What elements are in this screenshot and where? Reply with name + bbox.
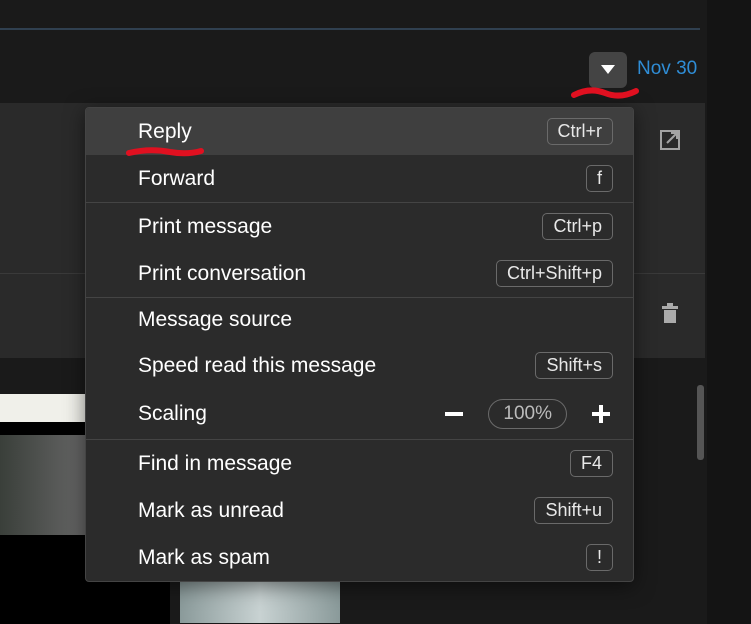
menu-item-shortcut: Shift+s [535, 352, 613, 379]
menu-item-spam[interactable]: Mark as spam! [86, 534, 633, 581]
scrollbar-thumb[interactable] [697, 385, 704, 460]
delete-message-button[interactable] [658, 302, 682, 326]
menu-item-label: Print conversation [138, 262, 306, 286]
menu-item-unread[interactable]: Mark as unread Shift+u [86, 487, 633, 534]
menu-item-shortcut: Ctrl+r [547, 118, 614, 145]
menu-item-find[interactable]: Find in message F4 [86, 440, 633, 487]
menu-item-label: Mark as unread [138, 499, 284, 523]
menu-item-reply[interactable]: Reply Ctrl+r [86, 108, 633, 155]
menu-item-forward[interactable]: Forward f [86, 155, 633, 202]
trash-icon [658, 302, 682, 326]
menu-item-label: Forward [138, 167, 215, 191]
menu-item-label: Message source [138, 308, 292, 332]
open-in-new-window-button[interactable] [658, 128, 682, 152]
menu-item-shortcut: Shift+u [534, 497, 613, 524]
message-date: Nov 30 [637, 58, 697, 80]
menu-item-label: Print message [138, 215, 272, 239]
zoom-in-button[interactable] [589, 402, 613, 426]
menu-item-shortcut: Ctrl+Shift+p [496, 260, 613, 287]
message-actions-dropdown-button[interactable] [589, 52, 627, 88]
minus-icon [443, 403, 465, 425]
menu-item-speed-read[interactable]: Speed read this message Shift+s [86, 342, 633, 389]
menu-item-label: Reply [138, 120, 192, 144]
menu-item-shortcut: ! [586, 544, 613, 571]
menu-item-shortcut: f [586, 165, 613, 192]
chevron-down-icon [601, 65, 615, 75]
menu-item-label: Find in message [138, 452, 292, 476]
menu-item-label: Mark as spam [138, 546, 270, 570]
open-external-icon [658, 128, 682, 152]
scaling-controls: 100% [442, 399, 613, 429]
menu-item-shortcut: F4 [570, 450, 613, 477]
right-gutter [707, 0, 751, 624]
message-header-border [0, 28, 700, 32]
menu-item-label: Scaling [138, 402, 207, 426]
menu-item-scaling[interactable]: Scaling 100% [86, 389, 633, 439]
annotation-underline-dropdown [570, 85, 640, 105]
menu-item-msg-src[interactable]: Message source [86, 298, 633, 342]
zoom-percent: 100% [488, 399, 567, 429]
zoom-out-button[interactable] [442, 402, 466, 426]
menu-item-print-msg[interactable]: Print message Ctrl+p [86, 203, 633, 250]
message-actions-menu: ReplyCtrl+rForwardfPrint messageCtrl+pPr… [85, 107, 634, 582]
plus-icon [590, 403, 612, 425]
menu-item-shortcut: Ctrl+p [542, 213, 613, 240]
menu-item-label: Speed read this message [138, 354, 376, 378]
menu-item-print-conv[interactable]: Print conversation Ctrl+Shift+p [86, 250, 633, 297]
